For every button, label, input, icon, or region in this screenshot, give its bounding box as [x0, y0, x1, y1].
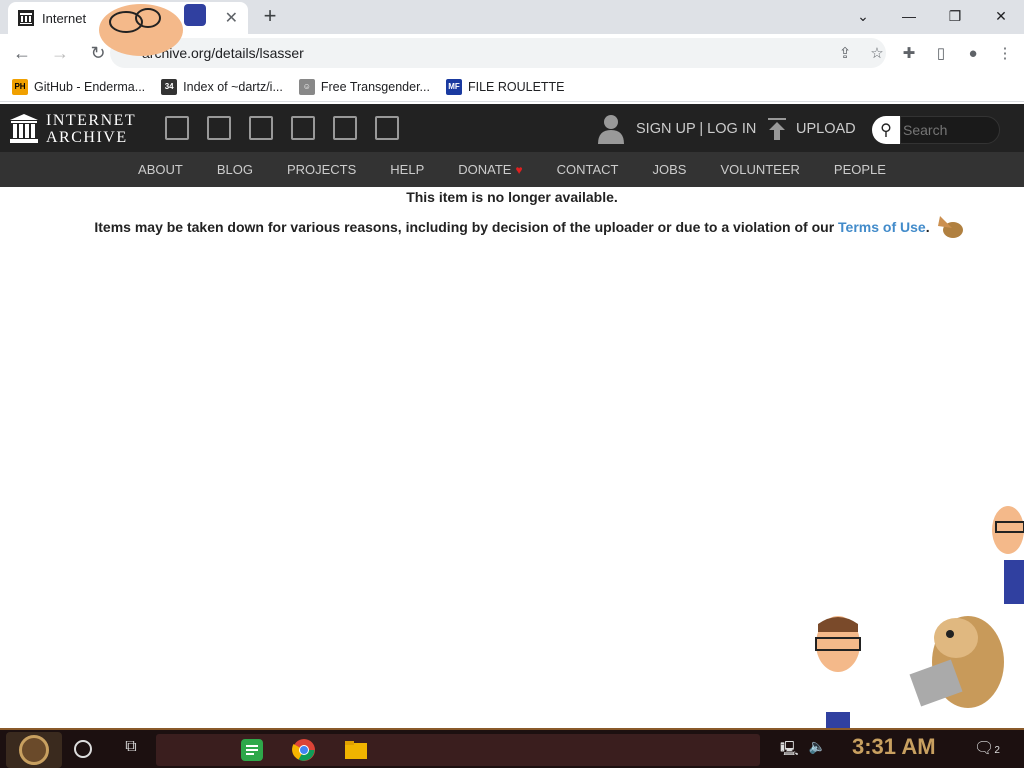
minimize-button[interactable]: —	[886, 0, 932, 32]
notification-count: 2	[994, 745, 1000, 756]
steampunk-gear-icon	[19, 735, 49, 765]
notice-title: This item is no longer available.	[406, 189, 618, 205]
windows-taskbar: ⧉ 🖳 🔈 3:31 AM 🗨2	[0, 728, 1024, 768]
ia-subnav: ABOUT BLOG PROJECTS HELP DONATE ♥ CONTACT…	[0, 152, 1024, 187]
cartoon-character-bottom	[815, 616, 861, 728]
network-icon[interactable]: 🖳	[780, 738, 799, 762]
user-icon	[598, 115, 624, 144]
ph-icon: PH	[12, 78, 28, 95]
upload-link[interactable]: UPLOAD	[768, 118, 856, 140]
ia-logo[interactable]: INTERNET ARCHIVE	[10, 112, 136, 146]
nav-jobs[interactable]: JOBS	[652, 162, 686, 177]
bookmark-label: Index of ~dartz/i...	[183, 79, 283, 94]
side-panel-icon[interactable]: ▯	[932, 44, 950, 62]
task-view-icon[interactable]: ⧉	[120, 738, 142, 760]
file-explorer-icon[interactable]	[344, 738, 368, 762]
cartoon-head-top-overlay	[99, 4, 206, 56]
back-button[interactable]: ←	[6, 37, 38, 69]
software-icon[interactable]	[333, 116, 357, 140]
nav-contact[interactable]: CONTACT	[557, 162, 619, 177]
search-circle-icon[interactable]	[74, 740, 92, 758]
upload-label: UPLOAD	[796, 121, 856, 137]
video-icon[interactable]	[249, 116, 273, 140]
ia-header: INTERNET ARCHIVE SIGN UP | LOG IN UPLOAD…	[0, 104, 1024, 152]
ia-search: ⚲	[872, 116, 1002, 144]
bookmark-github[interactable]: PH GitHub - Enderma...	[12, 78, 146, 95]
bookmark-file-roulette[interactable]: MF FILE ROULETTE	[445, 78, 565, 95]
bookmark-label: FILE ROULETTE	[467, 79, 565, 94]
volume-muted-icon[interactable]: 🔈	[809, 738, 826, 762]
tab-search-icon[interactable]: ⌄	[840, 0, 886, 32]
audio-icon[interactable]	[291, 116, 315, 140]
tab-close-icon[interactable]: ✕	[225, 8, 238, 28]
notifications-icon[interactable]: 🗨2	[974, 738, 1000, 758]
start-button[interactable]	[6, 732, 62, 768]
share-icon[interactable]: ⇪	[836, 44, 854, 62]
close-window-button[interactable]: ✕	[978, 0, 1024, 32]
images-icon[interactable]	[375, 116, 399, 140]
window-controls: ⌄ — ❐ ✕	[840, 0, 1024, 32]
cartoon-character-right	[992, 506, 1024, 604]
bookmark-label: GitHub - Enderma...	[34, 79, 146, 94]
bookmark-label: Free Transgender...	[320, 79, 430, 94]
nav-about[interactable]: ABOUT	[138, 162, 183, 177]
dartz-icon: 34	[161, 78, 178, 95]
robot-icon: ☺	[298, 78, 315, 95]
texts-icon[interactable]	[207, 116, 231, 140]
nav-projects[interactable]: PROJECTS	[287, 162, 356, 177]
search-icon[interactable]: ⚲	[872, 116, 900, 144]
nav-help[interactable]: HELP	[390, 162, 424, 177]
account-area[interactable]: SIGN UP | LOG IN	[598, 114, 756, 144]
media-type-icons	[165, 116, 399, 140]
signup-login-link[interactable]: SIGN UP | LOG IN	[636, 121, 756, 137]
taskbar-apps	[156, 734, 760, 766]
system-tray: 🖳 🔈	[780, 738, 826, 762]
search-input[interactable]	[900, 116, 1000, 144]
toolbar-icons: ⇪ ☆ ✚ ▯ ● ⋮	[836, 34, 1014, 72]
notice-body: Items may be taken down for various reas…	[0, 219, 1024, 235]
address-bar[interactable]: archive.org/details/lsasser	[110, 38, 886, 68]
hamster-icon	[909, 616, 1004, 708]
logo-text-line1: INTERNET	[46, 112, 137, 129]
web-icon[interactable]	[165, 116, 189, 140]
notice-period: .	[925, 219, 930, 235]
internet-archive-favicon	[18, 10, 34, 26]
nav-blog[interactable]: BLOG	[217, 162, 253, 177]
forward-button[interactable]: →	[44, 37, 76, 69]
bookmarks-bar: PH GitHub - Enderma... 34 Index of ~dart…	[0, 72, 1024, 102]
taskbar-clock[interactable]: 3:31 AM	[852, 734, 936, 760]
bookmark-free-transgender[interactable]: ☺ Free Transgender...	[298, 78, 430, 95]
tab-title: Internet	[42, 10, 87, 26]
bookmark-dartz[interactable]: 34 Index of ~dartz/i...	[161, 78, 283, 95]
terms-of-use-link[interactable]: Terms of Use	[838, 219, 926, 235]
profile-icon[interactable]: ●	[964, 44, 982, 62]
extensions-icon[interactable]: ✚	[900, 44, 918, 62]
restore-button[interactable]: ❐	[932, 0, 978, 32]
heart-icon: ♥	[515, 163, 523, 177]
mf-icon: MF	[445, 78, 462, 95]
chrome-icon[interactable]	[292, 738, 316, 762]
flying-bird-icon	[938, 216, 963, 238]
nav-volunteer[interactable]: VOLUNTEER	[720, 162, 799, 177]
notice-body-text: Items may be taken down for various reas…	[94, 219, 839, 235]
menu-icon[interactable]: ⋮	[996, 44, 1014, 62]
nav-donate[interactable]: DONATE ♥	[458, 162, 522, 177]
logo-text-line2: ARCHIVE	[46, 129, 128, 146]
notes-app-icon[interactable]	[240, 738, 264, 762]
bookmark-star-icon[interactable]: ☆	[868, 44, 886, 62]
nav-donate-label: DONATE	[458, 162, 512, 177]
temple-icon	[10, 114, 38, 143]
upload-icon	[768, 118, 786, 140]
nav-people[interactable]: PEOPLE	[834, 162, 886, 177]
new-tab-button[interactable]: +	[258, 4, 282, 28]
